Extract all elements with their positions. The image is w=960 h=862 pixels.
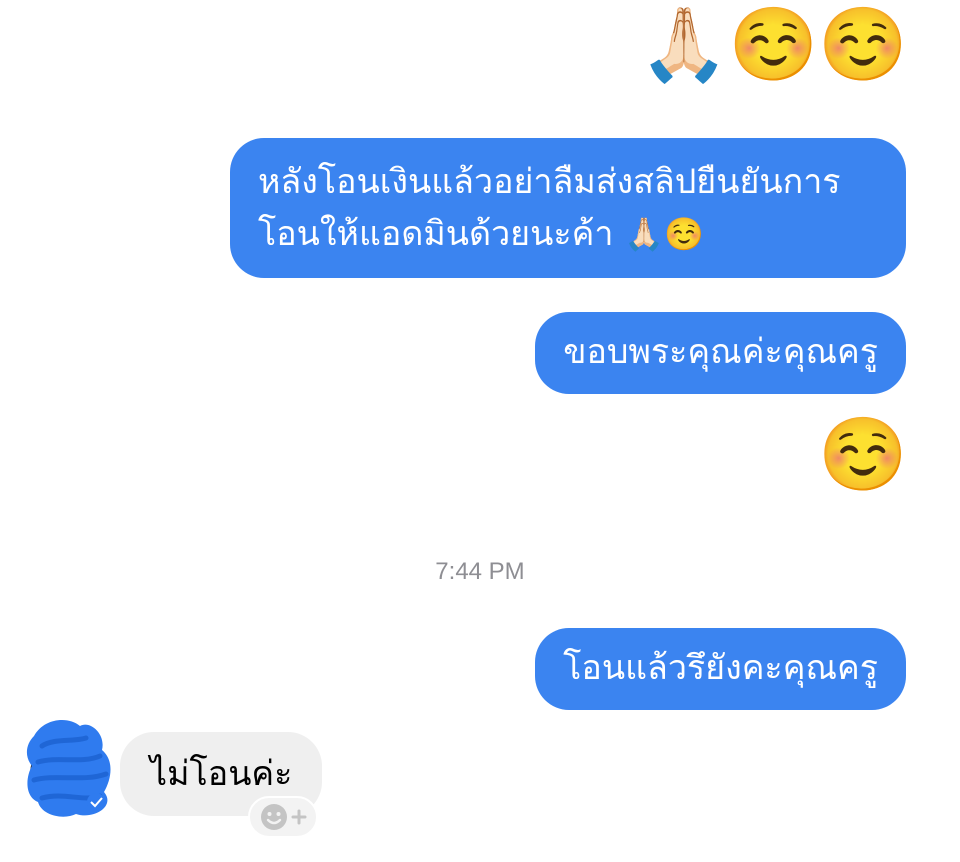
avatar[interactable]	[24, 716, 116, 820]
emoji-message-single[interactable]: ☺️	[818, 418, 908, 490]
message-line: หลังโอนเงินแล้วอย่าลืมส่งสลิปยืนยันการ	[258, 162, 841, 202]
smiling-face-emoji: ☺️	[818, 2, 908, 86]
emoji-message-top[interactable]: 🙏🏻 ☺️ ☺️	[639, 8, 908, 80]
avatar-redacted-icon	[26, 720, 111, 817]
message-text: ไม่โอนค่ะ	[150, 754, 293, 794]
message-line: โอนให้แอดมินด้วยนะค้า 🙏🏻☺️	[258, 208, 878, 260]
message-text: ขอบพระคุณค่ะคุณครู	[563, 332, 878, 372]
add-reaction-button[interactable]	[248, 796, 318, 838]
smiling-face-emoji: ☺️	[818, 412, 908, 496]
smiling-face-emoji: ☺️	[728, 2, 819, 86]
outgoing-message-bubble[interactable]: โอนแล้วรึยังคะคุณครู	[535, 628, 906, 710]
outgoing-message-bubble[interactable]: หลังโอนเงินแล้วอย่าลืมส่งสลิปยืนยันการ โ…	[230, 138, 906, 278]
plus-icon	[291, 809, 307, 825]
inline-emoji: 🙏🏻☺️	[624, 215, 704, 253]
smiley-icon	[261, 804, 287, 830]
folded-hands-emoji: 🙏🏻	[639, 2, 729, 86]
message-text: โอนแล้วรึยังคะคุณครู	[563, 648, 878, 688]
outgoing-message-bubble[interactable]: ขอบพระคุณค่ะคุณครู	[535, 312, 906, 394]
timestamp: 7:44 PM	[435, 558, 525, 585]
message-text: โอนให้แอดมินด้วยนะค้า	[258, 214, 614, 254]
